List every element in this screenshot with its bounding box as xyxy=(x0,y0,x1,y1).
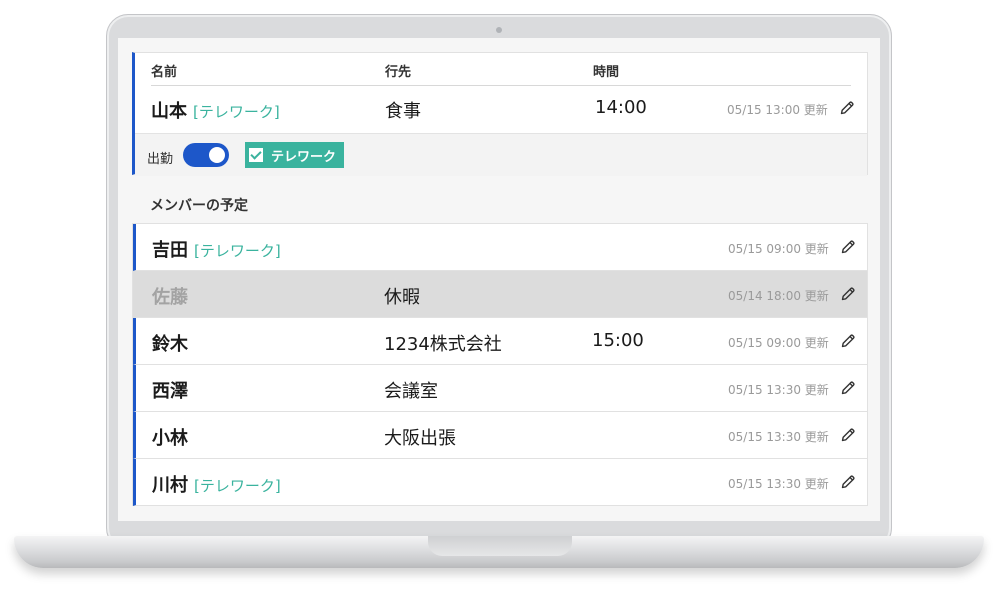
pencil-icon[interactable] xyxy=(840,239,856,255)
member-row[interactable]: 鈴木 1234株式会社 15:00 05/15 09:00 更新 xyxy=(133,318,867,365)
header-divider xyxy=(151,85,851,86)
member-updated-at: 05/15 09:00 更新 xyxy=(728,242,829,256)
pencil-icon[interactable] xyxy=(840,427,856,443)
member-updated-at: 05/15 13:30 更新 xyxy=(728,477,829,491)
member-telework-tag: [テレワーク] xyxy=(194,242,281,260)
my-destination[interactable]: 食事 xyxy=(385,97,421,123)
member-name: 小林 xyxy=(152,424,194,450)
member-name-text: 西澤 xyxy=(152,381,188,402)
member-time: 15:00 xyxy=(592,330,644,351)
laptop-notch xyxy=(428,536,572,556)
member-destination: 休暇 xyxy=(384,287,420,308)
member-name: 鈴木 xyxy=(152,330,194,356)
telework-checkbox-label: テレワーク xyxy=(271,149,337,165)
member-row[interactable]: 西澤 会議室 05/15 13:30 更新 xyxy=(133,365,867,412)
column-header-name: 名前 xyxy=(151,65,178,80)
member-updated-at: 05/15 13:30 更新 xyxy=(728,383,829,397)
member-updated-at: 05/15 13:30 更新 xyxy=(728,430,829,444)
member-destination: 1234株式会社 xyxy=(384,334,502,355)
member-name-text: 小林 xyxy=(152,428,188,449)
checkbox-checked-icon xyxy=(249,148,263,162)
members-section-title: メンバーの予定 xyxy=(150,198,248,214)
column-header-time: 時間 xyxy=(593,65,620,80)
member-name: 西澤 xyxy=(152,377,194,403)
member-row[interactable]: 吉田 [テレワーク] 05/15 09:00 更新 xyxy=(133,224,867,271)
member-row[interactable]: 小林 大阪出張 05/15 13:30 更新 xyxy=(133,412,867,459)
pencil-icon[interactable] xyxy=(839,100,855,116)
laptop-mockup: 名前 行先 時間 山本 [テレワーク] 食事 14:00 05/15 13:00 … xyxy=(0,0,1000,590)
member-name-text: 佐藤 xyxy=(152,287,188,308)
pencil-icon[interactable] xyxy=(840,380,856,396)
my-updated-at: 05/15 13:00 更新 xyxy=(727,103,828,117)
my-name: 山本 [テレワーク] xyxy=(151,97,280,123)
member-name: 川村 [テレワーク] xyxy=(152,471,281,497)
member-updated-at: 05/15 09:00 更新 xyxy=(728,336,829,350)
member-name-text: 川村 xyxy=(152,475,188,496)
attendance-label: 出勤 xyxy=(147,152,174,167)
pencil-icon[interactable] xyxy=(840,474,856,490)
my-status-card: 名前 行先 時間 山本 [テレワーク] 食事 14:00 05/15 13:00 … xyxy=(132,52,868,176)
my-name-text: 山本 xyxy=(151,101,187,122)
my-status-controls: 出勤 テレワーク xyxy=(135,133,867,176)
app-screen: 名前 行先 時間 山本 [テレワーク] 食事 14:00 05/15 13:00 … xyxy=(118,38,880,521)
member-destination: 大阪出張 xyxy=(384,428,456,449)
pencil-icon[interactable] xyxy=(840,286,856,302)
toggle-knob xyxy=(209,147,225,163)
member-destination: 会議室 xyxy=(384,381,438,402)
member-updated-at: 05/14 18:00 更新 xyxy=(728,289,829,303)
my-telework-tag: [テレワーク] xyxy=(193,103,280,121)
column-header-destination: 行先 xyxy=(385,65,412,80)
member-name-text: 鈴木 xyxy=(152,334,188,355)
pencil-icon[interactable] xyxy=(840,333,856,349)
member-name: 佐藤 xyxy=(152,283,194,309)
attendance-toggle[interactable] xyxy=(183,143,229,167)
member-schedule-list: 吉田 [テレワーク] 05/15 09:00 更新 佐藤 休暇 05/14 18:… xyxy=(132,223,868,506)
member-name-text: 吉田 xyxy=(152,240,188,261)
member-row[interactable]: 佐藤 休暇 05/14 18:00 更新 xyxy=(133,271,867,318)
member-row[interactable]: 川村 [テレワーク] 05/15 13:30 更新 xyxy=(133,459,867,506)
member-name: 吉田 [テレワーク] xyxy=(152,236,281,262)
my-time[interactable]: 14:00 xyxy=(595,97,647,118)
camera-icon xyxy=(496,27,502,33)
telework-checkbox[interactable]: テレワーク xyxy=(245,142,345,168)
member-telework-tag: [テレワーク] xyxy=(194,477,281,495)
